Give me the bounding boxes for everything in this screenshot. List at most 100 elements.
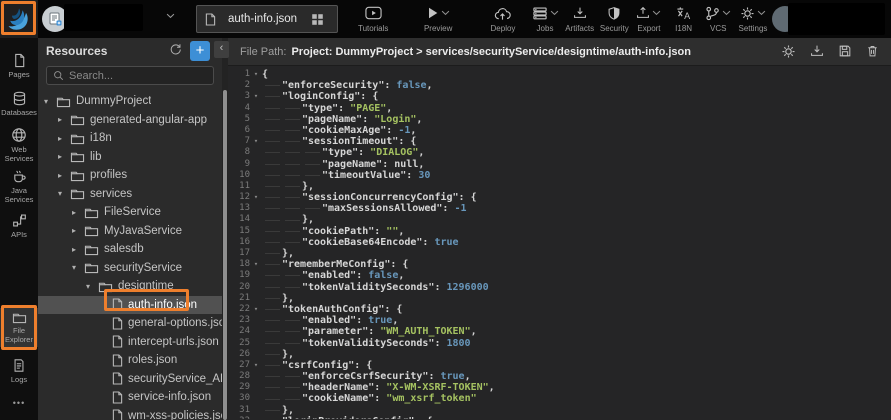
- line-number: 8: [228, 147, 250, 158]
- tree-expander-icon[interactable]: ▸: [72, 226, 84, 235]
- fold-marker-icon[interactable]: ▾: [250, 360, 262, 371]
- topbar-action-jobs[interactable]: Jobs: [530, 4, 560, 33]
- file-tree: ▾ DummyProject ▸generated-angular-app▸i18n…: [38, 90, 222, 420]
- topbar-action-artifacts[interactable]: Artifacts: [565, 4, 595, 33]
- tree-expander-icon[interactable]: ▸: [58, 152, 70, 161]
- tree-file-auth-info-json[interactable]: auth-info.json: [38, 296, 222, 315]
- indent-guide: [282, 170, 302, 181]
- indent-guide: [282, 237, 302, 248]
- fold-marker-icon[interactable]: ▾: [250, 192, 262, 203]
- topbar-action-security[interactable]: Security: [599, 4, 629, 33]
- tree-folder-securityservice[interactable]: ▾securityService: [38, 259, 222, 278]
- code-line: 28"enforceCsrfSecurity": true,: [228, 371, 891, 382]
- search-input[interactable]: [69, 70, 207, 82]
- tree-file-wm-xss-policies-json[interactable]: wm-xss-policies.json: [38, 407, 222, 420]
- line-number: 32: [228, 416, 250, 419]
- tree-folder-generated-angular-app[interactable]: ▸generated-angular-app: [38, 111, 222, 130]
- resources-header: Resources +: [38, 38, 222, 64]
- tree-folder-dummyproject[interactable]: ▾ DummyProject: [38, 92, 222, 111]
- topbar-action-i18n[interactable]: AI18N: [669, 4, 699, 33]
- chevron-down-icon[interactable]: [166, 13, 175, 19]
- indent-guide: [262, 159, 282, 170]
- topbar-action-settings[interactable]: Settings: [738, 4, 768, 33]
- sidebar-item-file-explorer[interactable]: File Explorer: [0, 308, 38, 347]
- indent-guide: [282, 382, 302, 393]
- save-icon[interactable]: [838, 44, 852, 59]
- fold-marker-icon[interactable]: ▾: [250, 259, 262, 270]
- sidebar-item-web-services[interactable]: Web Services: [0, 124, 38, 166]
- code-editor[interactable]: 1▾{2"enforceSecurity": false,3▾"loginCon…: [228, 66, 891, 419]
- tree-expander-icon[interactable]: ▾: [72, 263, 84, 272]
- tree-expander-icon[interactable]: ▸: [58, 134, 70, 143]
- fold-marker-icon[interactable]: ▾: [250, 304, 262, 315]
- code-line: 10"timeoutValue": 30: [228, 170, 891, 181]
- fold-marker-icon[interactable]: ▾: [250, 69, 262, 80]
- code-line: 27▾"csrfConfig": {: [228, 360, 891, 371]
- fold-marker-icon[interactable]: ▾: [250, 416, 262, 419]
- branch-icon: [705, 6, 720, 21]
- code-line: 25"tokenValiditySeconds": 1800: [228, 338, 891, 349]
- file-icon: [112, 354, 123, 367]
- more-options-button[interactable]: •••: [0, 398, 38, 408]
- tree-folder-myjavaservice[interactable]: ▸MyJavaService: [38, 222, 222, 241]
- topbar-action-tutorials[interactable]: Tutorials: [358, 4, 388, 33]
- file-icon: [205, 13, 216, 26]
- sidebar-item-logs[interactable]: Logs: [0, 355, 38, 388]
- panel-scrollbar[interactable]: [222, 38, 228, 420]
- collapse-panel-button[interactable]: ‹: [214, 41, 229, 58]
- line-number: 15: [228, 226, 250, 237]
- open-file-tab[interactable]: auth-info.json: [196, 5, 338, 33]
- tree-folder-profiles[interactable]: ▸profiles: [38, 166, 222, 185]
- grid-icon[interactable]: [311, 13, 324, 26]
- add-resource-button[interactable]: +: [190, 41, 210, 61]
- tree-file-intercept-urls-json[interactable]: intercept-urls.json: [38, 333, 222, 352]
- gear-icon[interactable]: [781, 44, 796, 59]
- tree-expander-icon[interactable]: ▸: [72, 208, 84, 217]
- sidebar-item-databases[interactable]: Databases: [0, 88, 38, 121]
- tree-expander-icon[interactable]: ▸: [58, 171, 70, 180]
- tree-file-general-options-json[interactable]: general-options.json: [38, 314, 222, 333]
- sidebar-item-apis[interactable]: APIs: [0, 210, 38, 243]
- line-number: 31: [228, 405, 250, 416]
- indent-guide: [262, 349, 282, 360]
- code-line: 4"type": "PAGE",: [228, 103, 891, 114]
- sidebar-item-pages[interactable]: Pages: [0, 50, 38, 83]
- topbar-action-deploy[interactable]: Deploy: [488, 4, 518, 33]
- tree-folder-lib[interactable]: ▸lib: [38, 148, 222, 167]
- topbar-action-vcs[interactable]: VCS: [703, 4, 733, 33]
- tree-folder-i18n[interactable]: ▸i18n: [38, 129, 222, 148]
- indent-guide: [282, 114, 302, 125]
- topbar-action-export[interactable]: Export: [634, 4, 664, 33]
- tree-expander-icon[interactable]: ▸: [72, 245, 84, 254]
- fold-marker-icon[interactable]: ▾: [250, 91, 262, 102]
- sidebar-item-java-services[interactable]: Java Services: [0, 166, 38, 207]
- download-icon[interactable]: [810, 44, 824, 59]
- line-number: 12: [228, 192, 250, 203]
- tree-folder-services[interactable]: ▾services: [38, 185, 222, 204]
- tree-item-label: DummyProject: [76, 95, 151, 107]
- tree-file-roles-json[interactable]: roles.json: [38, 351, 222, 370]
- tree-file-service-info-json[interactable]: service-info.json: [38, 388, 222, 407]
- fold-marker-icon[interactable]: ▾: [250, 136, 262, 147]
- tree-folder-fileservice[interactable]: ▸ FileService: [38, 203, 222, 222]
- tree-item-label: FileService: [104, 206, 161, 218]
- refresh-icon[interactable]: [169, 43, 182, 56]
- app-logo[interactable]: [0, 0, 38, 38]
- indent-guide: [282, 214, 302, 225]
- tree-item-label: auth-info.json: [128, 299, 197, 311]
- tree-expander-icon[interactable]: ▾: [58, 189, 70, 198]
- folder-icon: [70, 150, 85, 163]
- tree-folder-designtime[interactable]: ▾designtime: [38, 277, 222, 296]
- tree-expander-icon[interactable]: ▾: [44, 97, 56, 106]
- tree-expander-icon[interactable]: ▸: [58, 115, 70, 124]
- tree-folder-salesdb[interactable]: ▸salesdb: [38, 240, 222, 259]
- topbar-action-preview[interactable]: Preview: [423, 4, 453, 33]
- scrollbar-thumb[interactable]: [223, 90, 227, 420]
- trash-icon[interactable]: [866, 44, 879, 59]
- indent-guide: [262, 203, 282, 214]
- code-line: 29"headerName": "X-WM-XSRF-TOKEN",: [228, 382, 891, 393]
- tree-file-securityservice-api-json[interactable]: securityService_API.json: [38, 370, 222, 389]
- indent-guide: [282, 338, 302, 349]
- tree-expander-icon[interactable]: ▾: [86, 282, 98, 291]
- line-number: 23: [228, 315, 250, 326]
